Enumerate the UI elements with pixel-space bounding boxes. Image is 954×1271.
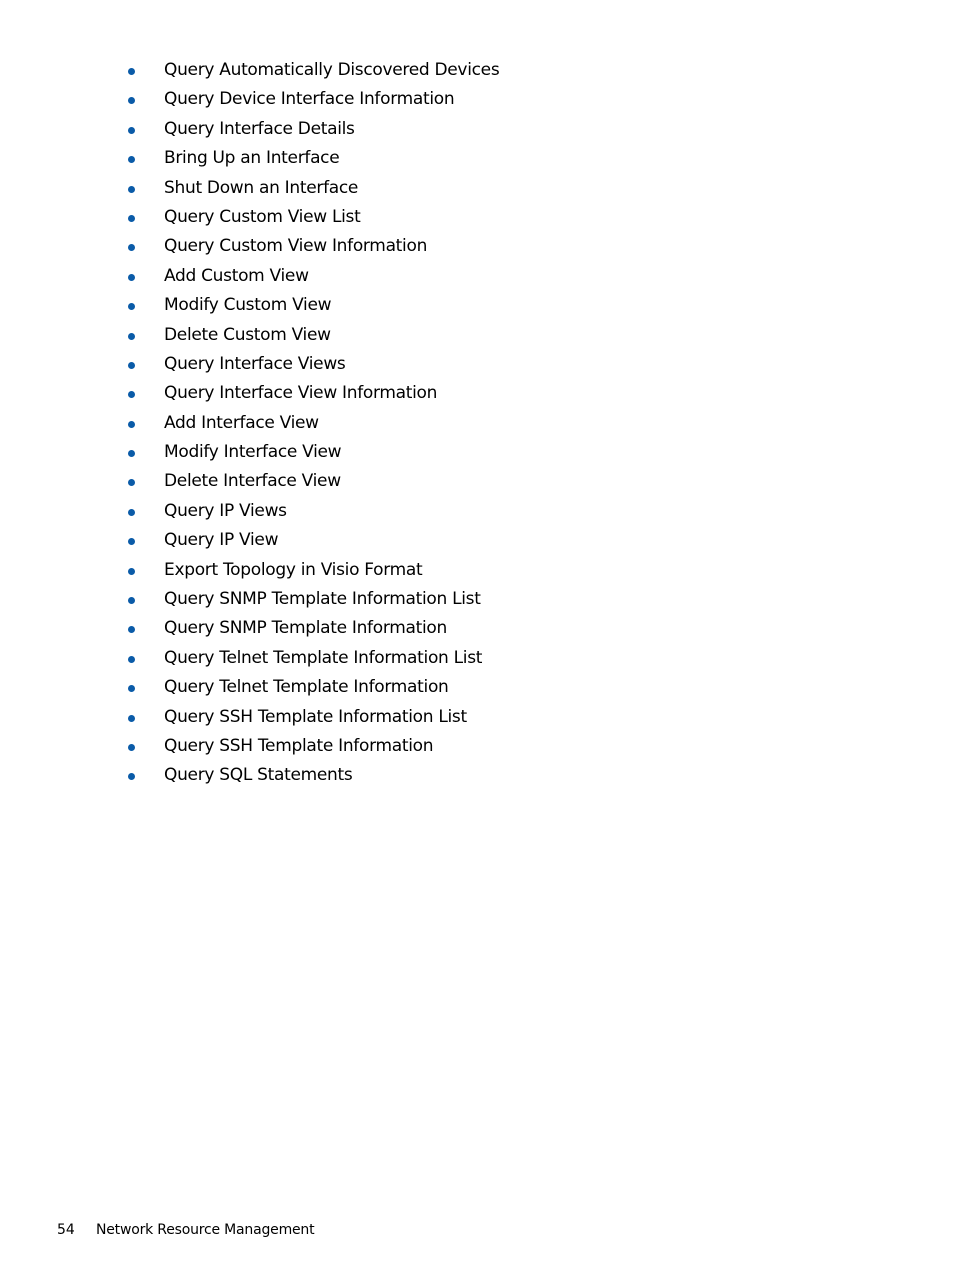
bullet-icon — [128, 567, 135, 575]
list-item-label: Query SNMP Template Information — [164, 618, 447, 639]
list-item-label: Modify Custom View — [164, 295, 332, 316]
list-item-label: Shut Down an Interface — [164, 177, 359, 198]
bullet-icon — [128, 714, 135, 722]
list-item-label: Query Telnet Template Information List — [164, 647, 483, 668]
bullet-icon — [128, 303, 135, 311]
list-item-label: Add Interface View — [164, 412, 319, 433]
bullet-icon — [128, 479, 135, 487]
list-item-label: Query Interface Views — [164, 353, 346, 374]
bullet-icon — [128, 391, 135, 399]
list-item-label: Delete Interface View — [164, 471, 341, 492]
list-item-label: Query SQL Statements — [164, 765, 353, 786]
bullet-icon — [128, 450, 135, 458]
section-title: Network Resource Management — [96, 1222, 315, 1238]
list-item-label: Query Custom View List — [164, 206, 361, 227]
bullet-icon — [128, 508, 135, 516]
bullet-icon — [128, 361, 135, 369]
page-number: 54 — [57, 1222, 75, 1238]
list-item-label: Delete Custom View — [164, 324, 331, 345]
bullet-icon — [128, 126, 135, 134]
bullet-icon — [128, 214, 135, 222]
list-item-label: Export Topology in Visio Format — [164, 559, 423, 580]
list-item-label: Query Interface Details — [164, 118, 355, 139]
list-item-label: Modify Interface View — [164, 442, 342, 463]
bullet-icon — [128, 273, 135, 281]
bullet-icon — [128, 332, 135, 340]
list-item-label: Bring Up an Interface — [164, 148, 340, 169]
list-item-label: Query Telnet Template Information — [164, 677, 449, 698]
list-item-label: Query Interface View Information — [164, 383, 438, 404]
bullet-icon — [128, 626, 135, 634]
bullet-icon — [128, 68, 135, 75]
bullet-icon — [128, 773, 135, 781]
bullet-icon — [128, 743, 135, 751]
list-item-label: Query Automatically Discovered Devices — [164, 60, 500, 80]
bullet-icon — [128, 597, 135, 605]
list-item-label: Query Custom View Information — [164, 236, 428, 257]
list-item-label: Add Custom View — [164, 265, 309, 286]
list-item-label: Query Device Interface Information — [164, 89, 455, 110]
bullet-icon — [128, 538, 135, 546]
list-item-label: Query IP View — [164, 530, 279, 551]
bullet-icon — [128, 156, 135, 164]
list-item-label: Query IP Views — [164, 500, 287, 521]
list-item-label: Query SSH Template Information — [164, 735, 434, 756]
bullet-icon — [128, 655, 135, 663]
bullet-icon — [128, 97, 135, 105]
list-item-label: Query SNMP Template Information List — [164, 589, 481, 610]
list-item-label: Query SSH Template Information List — [164, 706, 467, 727]
bullet-icon — [128, 185, 135, 193]
bullet-icon — [128, 244, 135, 252]
bullet-icon — [128, 685, 135, 693]
bullet-icon — [128, 420, 135, 428]
